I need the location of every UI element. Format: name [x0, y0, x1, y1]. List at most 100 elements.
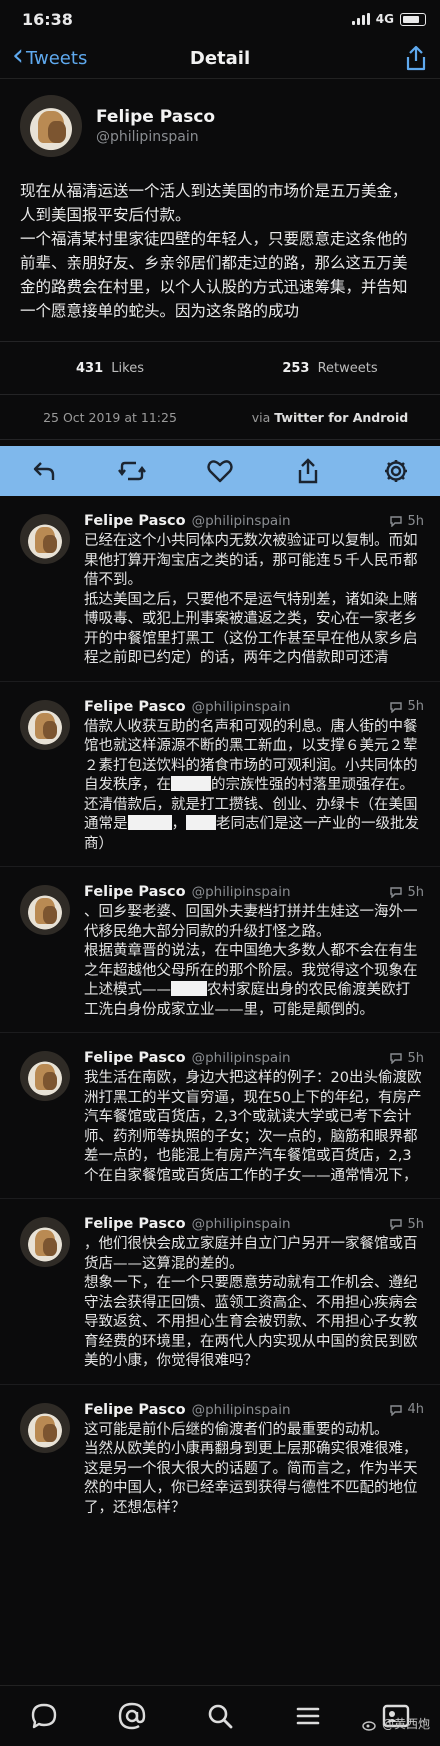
share-tweet-button[interactable] — [288, 451, 328, 491]
reply-tweet[interactable]: Felipe Pasco @philipinspain 5h 我生活在南欧，身边… — [0, 1033, 440, 1199]
tweet-author[interactable]: Felipe Pasco @philipinspain — [20, 95, 420, 157]
avatar[interactable] — [20, 1217, 70, 1267]
avatar[interactable] — [20, 95, 82, 157]
likes-label: Likes — [111, 360, 144, 376]
lists-icon — [296, 1707, 320, 1725]
tweet-detail-screen: 16:38 4G ‹ Tweets Detail Felipe Pasco @p… — [0, 0, 440, 1746]
retweet-icon — [118, 461, 146, 481]
status-bar: 16:38 4G — [0, 0, 440, 38]
watermark-text: @黄西炮 — [381, 1717, 430, 1731]
likes-stat[interactable]: 431 Likes — [0, 361, 220, 376]
chevron-left-icon: ‹ — [12, 38, 24, 73]
reply-author-name: Felipe Pasco — [84, 884, 186, 900]
thread-icon — [390, 516, 403, 527]
tweet-text: 现在从福清运送一个活人到达美国的市场价是五万美金，人到美国报平安后付款。 一个福… — [20, 182, 408, 320]
reply-author-handle: @philipinspain — [191, 1216, 291, 1232]
thread-icon — [390, 701, 403, 713]
network-label: 4G — [375, 12, 394, 26]
share-icon — [406, 45, 426, 71]
redaction-block — [186, 815, 216, 830]
reply-text: 我生活在南欧，身边大把这样的例子：20出头偷渡欧洲打黑工的半文盲穷逼，现在50上… — [84, 1070, 422, 1184]
reply-author-handle: @philipinspain — [191, 884, 291, 900]
reply-author-name: Felipe Pasco — [84, 513, 186, 529]
reply-author-handle: @philipinspain — [191, 698, 291, 715]
retweets-count: 253 — [282, 360, 310, 376]
retweets-label: Retweets — [317, 360, 378, 376]
tweet-date: 25 Oct 2019 at 11:25 — [43, 409, 177, 425]
reply-time-group: 5h — [389, 1217, 424, 1232]
avatar[interactable] — [20, 1051, 70, 1101]
reply-tweet[interactable]: Felipe Pasco @philipinspain 5h ，他们很快会成立家… — [0, 1199, 440, 1385]
reply-time: 4h — [407, 1402, 424, 1417]
replies-list: Felipe Pasco @philipinspain 5h 已经在这个小共同体… — [0, 496, 440, 1530]
via-app: Twitter for Android — [274, 409, 409, 425]
avatar[interactable] — [20, 1402, 70, 1453]
reply-icon — [33, 462, 55, 480]
redaction-block — [171, 981, 207, 996]
main-tweet: Felipe Pasco @philipinspain 现在从福清运送一个活人到… — [0, 79, 440, 323]
author-handle: @philipinspain — [96, 129, 199, 145]
thread-icon — [390, 1053, 403, 1064]
reply-time: 5h — [407, 513, 424, 529]
tab-lists[interactable] — [286, 1694, 330, 1738]
reply-tweet[interactable]: Felipe Pasco @philipinspain 5h 借款人收获互助的名… — [0, 682, 440, 867]
reply-text-part: ， — [171, 816, 187, 832]
reply-text: 这可能是前仆后继的偷渡者们的最重要的动机。 当然从欧美的小康再翻身到更上层那确实… — [84, 1421, 418, 1516]
reply-button[interactable] — [24, 451, 64, 491]
thread-icon — [390, 1219, 403, 1230]
avatar[interactable] — [20, 514, 70, 564]
avatar[interactable] — [20, 885, 70, 935]
share-button[interactable] — [308, 45, 428, 71]
gear-icon — [385, 460, 407, 482]
retweet-button[interactable] — [112, 451, 152, 491]
tab-mentions[interactable] — [110, 1694, 154, 1738]
reply-text: 已经在这个小共同体内无数次被验证可以复制。而如果他打算开淘宝店之类的话，那可能连… — [84, 533, 418, 666]
heart-icon — [207, 460, 233, 483]
reply-author-name: Felipe Pasco — [84, 698, 186, 715]
tab-home[interactable] — [22, 1694, 66, 1738]
search-icon — [208, 1704, 233, 1729]
reply-author-handle: @philipinspain — [191, 513, 291, 529]
reply-tweet[interactable]: Felipe Pasco @philipinspain 5h 已经在这个小共同体… — [0, 496, 440, 682]
back-button[interactable]: ‹ Tweets — [12, 41, 132, 71]
chat-bubble-icon — [31, 1703, 57, 1729]
signal-icon — [351, 13, 370, 25]
tweet-source: via Twitter for Android — [220, 410, 440, 425]
reply-time: 5h — [407, 1050, 424, 1066]
settings-button[interactable] — [376, 451, 416, 491]
retweets-stat[interactable]: 253 Retweets — [220, 361, 440, 376]
redaction-block — [171, 776, 211, 791]
reply-time: 5h — [407, 884, 424, 900]
avatar[interactable] — [20, 699, 70, 750]
nav-bar: ‹ Tweets Detail — [0, 38, 440, 79]
reply-text: 借款人收获互助的名声和可观的利息。唐人街的中餐馆也就这样源源不断的黑工新血，以支… — [84, 718, 424, 867]
reply-time-group: 4h — [389, 1402, 424, 1417]
back-label: Tweets — [26, 47, 88, 69]
thread-icon — [390, 1404, 403, 1416]
page-title: Detail — [189, 47, 251, 69]
reply-author-name: Felipe Pasco — [84, 1050, 186, 1066]
reply-tweet[interactable]: Felipe Pasco @philipinspain 5h 、回乡娶老婆、回国… — [0, 867, 440, 1033]
reply-time-group: 5h — [389, 514, 424, 529]
thread-icon — [390, 887, 403, 898]
at-sign-icon — [118, 1702, 146, 1730]
reply-author-handle: @philipinspain — [191, 1050, 291, 1066]
like-button[interactable] — [200, 451, 240, 491]
via-prefix: via — [251, 409, 271, 425]
reply-author-name: Felipe Pasco — [84, 1401, 186, 1418]
tweet-stats: 431 Likes 253 Retweets — [0, 341, 440, 395]
tab-bar: @黄西炮 — [0, 1685, 440, 1746]
status-time: 16:38 — [22, 9, 73, 29]
reply-text: ，他们很快会成立家庭并自立门户另开一家餐馆或百货店——这算混的差的。 想象一下，… — [84, 1236, 418, 1369]
reply-time: 5h — [407, 1216, 424, 1232]
reply-text: 、回乡娶老婆、回国外夫妻档打拼并生娃这一海外一代移民绝大部分同款的升级打怪之路。… — [84, 903, 424, 1032]
likes-count: 431 — [76, 360, 104, 376]
tab-search[interactable] — [198, 1694, 242, 1738]
share-icon — [298, 458, 318, 484]
reply-time-group: 5h — [389, 699, 424, 714]
reply-time-group: 5h — [389, 885, 424, 900]
weibo-logo-icon — [362, 1720, 376, 1731]
reply-time-group: 5h — [389, 1051, 424, 1066]
reply-author-handle: @philipinspain — [191, 1401, 291, 1418]
reply-tweet[interactable]: Felipe Pasco @philipinspain 4h 这可能是前仆后继的… — [0, 1385, 440, 1531]
